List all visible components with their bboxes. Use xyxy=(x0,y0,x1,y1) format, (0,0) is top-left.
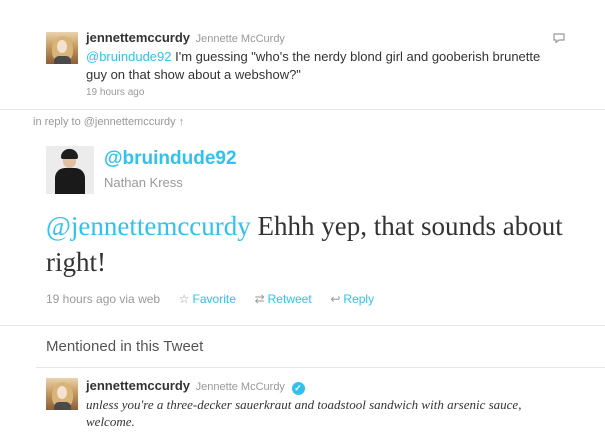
retweet-action[interactable]: ⇄ Retweet xyxy=(255,292,315,306)
reply-arrow-icon: ↩ xyxy=(330,292,341,306)
avatar[interactable] xyxy=(46,378,78,410)
retweet-label: Retweet xyxy=(267,292,312,306)
avatar-body xyxy=(54,402,71,410)
main-tweet-handle-link[interactable]: @bruindude92 xyxy=(104,148,237,170)
reply-label: Reply xyxy=(343,292,375,306)
mentioned-user-bio: unless you're a three-decker sauerkraut … xyxy=(86,397,522,429)
divider xyxy=(0,325,605,326)
verified-badge-icon: ✓ xyxy=(291,382,305,395)
tweet-meta-actions: 19 hours ago via web ☆ Favorite ⇄ Retweet … xyxy=(46,292,374,306)
mention-link[interactable]: @bruindude92 xyxy=(86,49,171,64)
screen-name-link[interactable]: jennettemccurdy xyxy=(86,30,190,45)
avatar-body xyxy=(55,168,85,194)
full-name: Jennette McCurdy xyxy=(195,381,285,393)
main-tweet-full-name: Nathan Kress xyxy=(104,175,183,190)
parent-tweet: jennettemccurdy Jennette McCurdy @bruind… xyxy=(0,0,605,108)
speech-bubble-icon[interactable] xyxy=(553,33,565,43)
mentioned-section-title: Mentioned in this Tweet xyxy=(46,338,204,355)
parent-tweet-author: jennettemccurdy Jennette McCurdy xyxy=(86,30,285,45)
avatar[interactable] xyxy=(46,32,78,64)
timestamp-via[interactable]: 19 hours ago via web xyxy=(46,292,160,306)
avatar-body xyxy=(54,56,71,64)
mentioned-user-name: jennettemccurdy Jennette McCurdy ✓ xyxy=(86,378,305,395)
favorite-action[interactable]: ☆ Favorite xyxy=(179,292,239,306)
in-reply-to-link[interactable]: in reply to @jennettemccurdy ↑ xyxy=(33,116,184,128)
favorite-label: Favorite xyxy=(192,292,236,306)
divider xyxy=(0,109,605,110)
avatar-hair xyxy=(61,149,78,159)
reply-action[interactable]: ↩ Reply xyxy=(330,292,374,306)
avatar-face xyxy=(57,386,67,399)
star-icon: ☆ xyxy=(178,292,190,306)
tweet-permalink-page: jennettemccurdy Jennette McCurdy @bruind… xyxy=(0,0,605,439)
full-name: Jennette McCurdy xyxy=(195,33,285,45)
retweet-icon: ⇄ xyxy=(254,292,265,306)
avatar-face xyxy=(57,40,67,53)
mention-link[interactable]: @jennettemccurdy xyxy=(46,211,251,241)
avatar[interactable] xyxy=(46,146,94,194)
screen-name-link[interactable]: jennettemccurdy xyxy=(86,378,190,393)
parent-tweet-text: @bruindude92 I'm guessing "who's the ner… xyxy=(86,48,556,84)
main-tweet-text: @jennettemccurdy Ehhh yep, that sounds a… xyxy=(46,208,591,280)
timestamp-link[interactable]: 19 hours ago xyxy=(86,87,144,98)
